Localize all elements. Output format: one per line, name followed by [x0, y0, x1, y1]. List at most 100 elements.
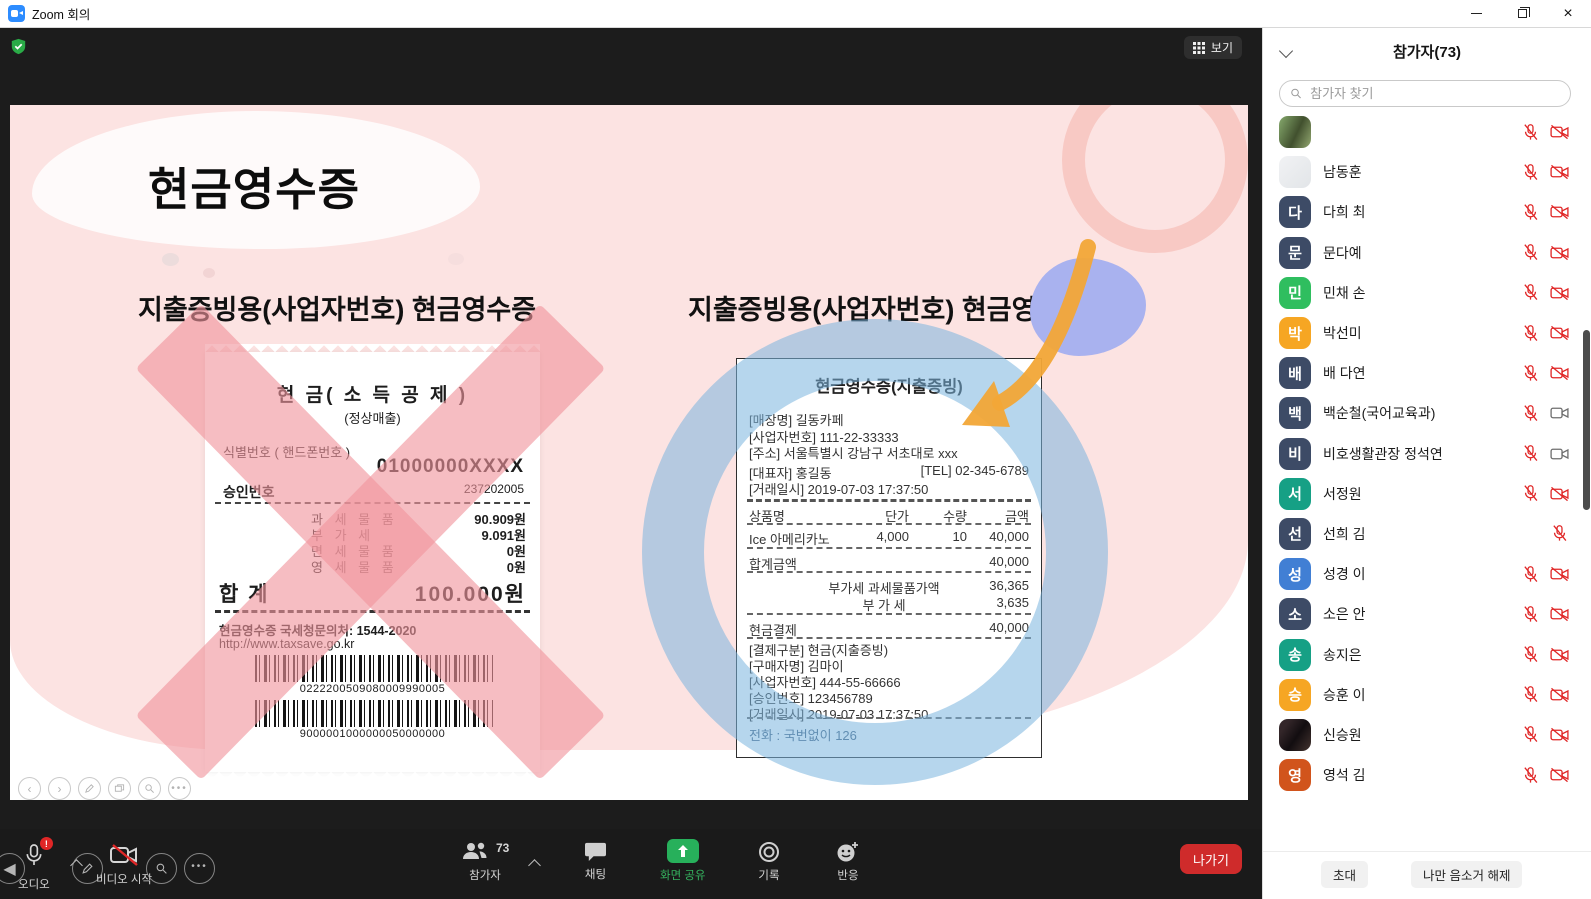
participant-row[interactable]: 서 서정원: [1263, 474, 1591, 514]
participant-row[interactable]: 배 배 다연: [1263, 353, 1591, 393]
mic-muted-icon[interactable]: [1521, 645, 1540, 664]
participant-row[interactable]: [1263, 112, 1591, 152]
share-screen-button[interactable]: 화면 공유: [660, 839, 706, 883]
prev-slide-button[interactable]: ‹: [18, 777, 41, 800]
window-title: Zoom 회의: [32, 4, 90, 23]
record-icon: [758, 841, 780, 863]
participants-count-badge: 73: [496, 841, 509, 855]
mic-muted-icon[interactable]: [1521, 123, 1540, 142]
annotation-zoom-button[interactable]: [146, 853, 177, 884]
mic-muted-icon[interactable]: [1521, 766, 1540, 785]
video-status-icon[interactable]: [1550, 565, 1569, 584]
participant-row[interactable]: 박 박선미: [1263, 313, 1591, 353]
next-slide-button[interactable]: ›: [48, 777, 71, 800]
maximize-button[interactable]: [1499, 0, 1545, 27]
search-input[interactable]: [1308, 85, 1560, 102]
video-status-icon[interactable]: [1550, 605, 1569, 624]
video-status-icon[interactable]: [1550, 484, 1569, 503]
mic-muted-icon[interactable]: [1521, 404, 1540, 423]
participants-options-chevron[interactable]: [528, 859, 541, 872]
annotation-pen-button[interactable]: [72, 853, 103, 884]
search-icon: [1290, 87, 1302, 100]
participant-row[interactable]: 민 민채 손: [1263, 273, 1591, 313]
participant-row[interactable]: 영 영석 김: [1263, 755, 1591, 795]
participant-row[interactable]: 성 성경 이: [1263, 554, 1591, 594]
video-status-icon[interactable]: [1550, 766, 1569, 785]
participant-row[interactable]: 송 송지은: [1263, 634, 1591, 674]
panel-scrollbar[interactable]: [1583, 330, 1590, 510]
video-status-icon[interactable]: [1550, 283, 1569, 302]
chat-icon: [584, 841, 607, 862]
participant-row[interactable]: 승 승훈 이: [1263, 675, 1591, 715]
mic-muted-icon[interactable]: [1521, 685, 1540, 704]
mic-muted-icon[interactable]: [1521, 484, 1540, 503]
leave-meeting-button[interactable]: 나가기: [1180, 844, 1242, 874]
avatar-letter: 서: [1288, 483, 1302, 504]
close-button[interactable]: ×: [1545, 0, 1591, 27]
video-status-icon[interactable]: [1550, 364, 1569, 383]
pen-button[interactable]: [78, 777, 101, 800]
participants-icon: [462, 841, 488, 861]
participant-search[interactable]: [1279, 80, 1571, 107]
security-shield-icon[interactable]: [10, 38, 27, 55]
mic-muted-icon[interactable]: [1521, 324, 1540, 343]
invite-button[interactable]: 초대: [1321, 861, 1368, 888]
reactions-button[interactable]: 반응: [836, 841, 860, 883]
mic-muted-icon[interactable]: [1521, 725, 1540, 744]
participant-row[interactable]: 선 선희 김: [1263, 514, 1591, 554]
participant-avatar: 성: [1279, 558, 1311, 590]
chat-button[interactable]: 채팅: [584, 841, 607, 882]
mic-muted-icon[interactable]: [1521, 163, 1540, 182]
more-button[interactable]: •••: [168, 777, 191, 800]
video-status-icon[interactable]: [1550, 725, 1569, 744]
video-status-icon[interactable]: [1550, 444, 1569, 463]
participant-avatar: 배: [1279, 357, 1311, 389]
video-status-icon[interactable]: [1550, 123, 1569, 142]
participant-row[interactable]: 비 비호생활관장 정석연: [1263, 434, 1591, 474]
participant-row[interactable]: 소 소은 안: [1263, 594, 1591, 634]
minimize-icon: [1471, 13, 1482, 14]
participant-avatar: 다: [1279, 196, 1311, 228]
minimize-button[interactable]: [1453, 0, 1499, 27]
participant-row[interactable]: 문 문다예: [1263, 233, 1591, 273]
zoom-button[interactable]: [138, 777, 161, 800]
video-status-icon[interactable]: [1550, 685, 1569, 704]
magnifier-icon: [144, 783, 155, 794]
mic-muted-icon[interactable]: [1521, 605, 1540, 624]
mic-muted-icon[interactable]: [1550, 524, 1569, 543]
view-button[interactable]: 보기: [1184, 36, 1242, 59]
zoom-logo-icon: [8, 5, 25, 22]
video-status-icon[interactable]: [1550, 163, 1569, 182]
participants-button[interactable]: 73 참가자: [462, 841, 508, 883]
video-status-icon[interactable]: [1550, 203, 1569, 222]
mic-muted-icon[interactable]: [1521, 203, 1540, 222]
video-status-icon[interactable]: [1550, 324, 1569, 343]
participant-avatar: 송: [1279, 639, 1311, 671]
mic-muted-icon[interactable]: [1521, 565, 1540, 584]
decor-dot: [203, 268, 215, 278]
start-video-button[interactable]: 비디오 시작: [96, 843, 152, 887]
avatar-letter: 영: [1288, 765, 1302, 786]
slides-button[interactable]: [108, 777, 131, 800]
mic-muted-icon[interactable]: [1521, 364, 1540, 383]
participant-row[interactable]: 신승원: [1263, 715, 1591, 755]
participant-row[interactable]: 다 다희 최: [1263, 192, 1591, 232]
view-button-label: 보기: [1211, 39, 1233, 56]
participant-row[interactable]: 남동훈: [1263, 152, 1591, 192]
video-status-icon[interactable]: [1550, 404, 1569, 423]
participant-name: 배 다연: [1323, 363, 1521, 383]
mic-muted-icon[interactable]: [1521, 243, 1540, 262]
participant-row[interactable]: 영 영주 권: [1263, 795, 1591, 796]
video-status-icon[interactable]: [1550, 645, 1569, 664]
avatar-letter: 박: [1288, 323, 1302, 344]
mic-muted-icon[interactable]: [1521, 444, 1540, 463]
participant-name: 비호생활관장 정석연: [1323, 444, 1521, 464]
record-button[interactable]: 기록: [758, 841, 780, 883]
meeting-toolbar: ! 오디오 비디오 시작 ◀ •••: [0, 829, 1262, 899]
mic-muted-icon[interactable]: [1521, 283, 1540, 302]
video-status-icon[interactable]: [1550, 243, 1569, 262]
annotation-more-button[interactable]: •••: [184, 853, 215, 884]
avatar-letter: 성: [1288, 564, 1302, 585]
participant-row[interactable]: 백 백순철(국어교육과): [1263, 393, 1591, 433]
unmute-self-button[interactable]: 나만 음소거 해제: [1411, 861, 1522, 888]
